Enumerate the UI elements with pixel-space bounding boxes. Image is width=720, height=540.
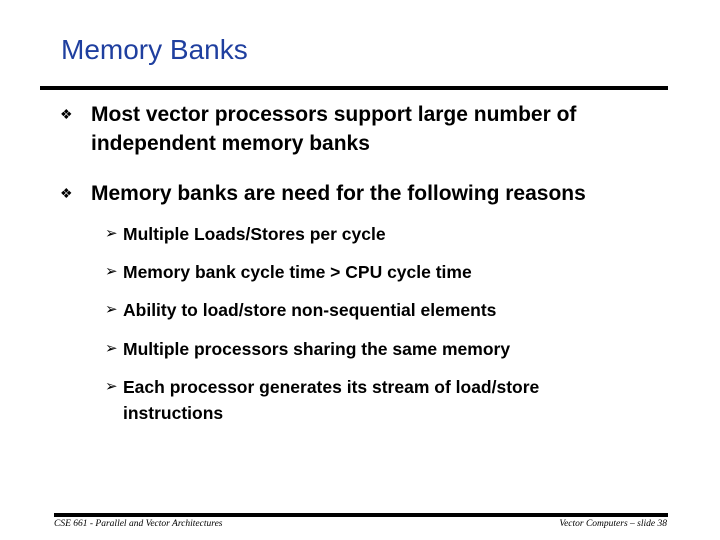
footer-course: CSE 661 - Parallel and Vector Architectu… — [54, 519, 223, 529]
sub-bullet-text: Multiple processors sharing the same mem… — [123, 339, 511, 359]
footer-divider — [54, 513, 668, 517]
sub-bullet-text: Each processor generates its stream of l… — [123, 377, 540, 423]
arrow-bullet-icon: ➢ — [105, 225, 118, 242]
arrow-bullet-icon: ➢ — [105, 301, 118, 318]
arrow-bullet-icon: ➢ — [105, 263, 118, 280]
diamond-bullet-icon: ❖ — [60, 106, 73, 122]
title-divider — [40, 86, 668, 90]
sub-bullet-text: Memory bank cycle time > CPU cycle time — [123, 262, 472, 282]
sub-bullet-item: ➢ Multiple Loads/Stores per cycle — [105, 221, 643, 247]
sub-bullet-text: Ability to load/store non-sequential ele… — [123, 300, 497, 320]
footer-slide-number: Vector Computers – slide 38 — [559, 519, 667, 529]
sub-bullet-item: ➢ Multiple processors sharing the same m… — [105, 336, 643, 362]
diamond-bullet-icon: ❖ — [60, 185, 73, 201]
arrow-bullet-icon: ➢ — [105, 378, 118, 395]
sub-bullet-item: ➢ Memory bank cycle time > CPU cycle tim… — [105, 259, 643, 285]
bullet-item: ❖ Memory banks are need for the followin… — [60, 179, 691, 208]
sub-bullet-text: Multiple Loads/Stores per cycle — [123, 224, 386, 244]
bullet-text: Memory banks are need for the following … — [91, 182, 586, 205]
sub-bullet-item: ➢ Ability to load/store non-sequential e… — [105, 297, 643, 323]
bullet-item: ❖ Most vector processors support large n… — [60, 100, 691, 158]
sub-bullet-item: ➢ Each processor generates its stream of… — [105, 374, 613, 426]
slide-title: Memory Banks — [61, 34, 248, 65]
arrow-bullet-icon: ➢ — [105, 340, 118, 357]
bullet-text: Most vector processors support large num… — [91, 103, 577, 155]
